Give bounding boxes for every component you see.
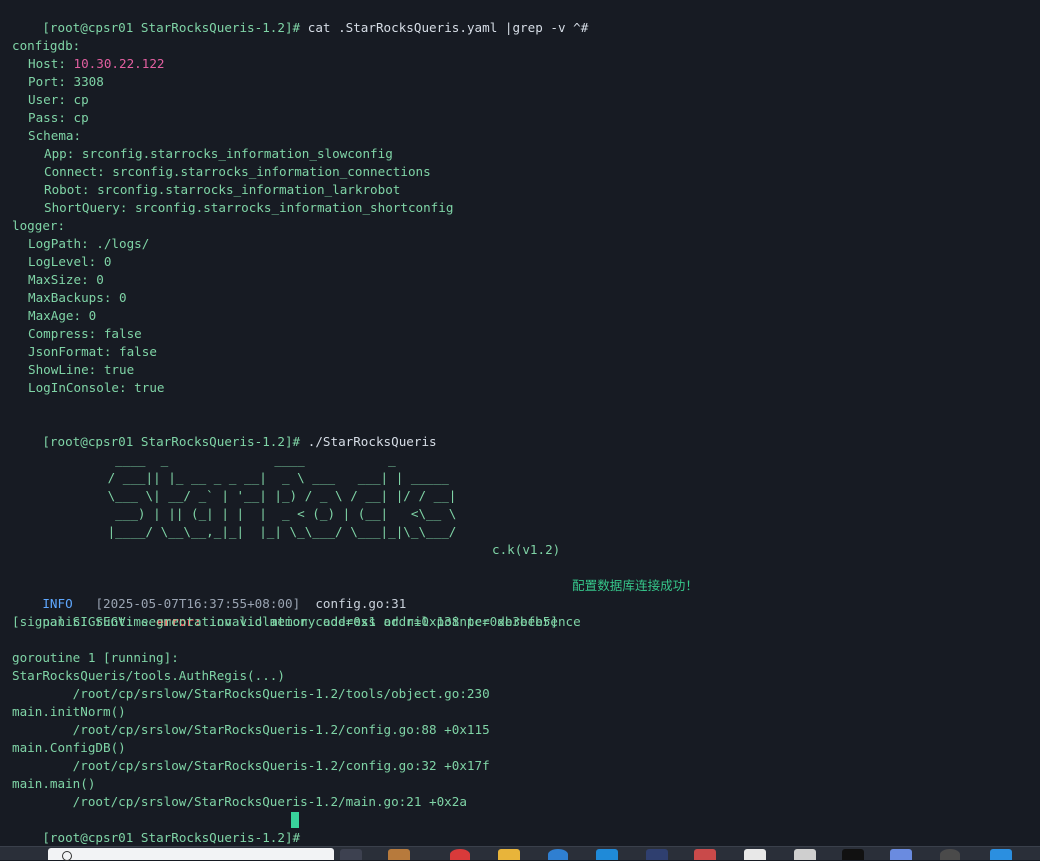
command-text: cat .StarRocksQueris.yaml |grep -v ^# <box>307 20 589 35</box>
shell-prompt: [root@cpsr01 StarRocksQueris-1.2]# <box>42 434 301 449</box>
shell-prompt: [root@cpsr01 StarRocksQueris-1.2]# <box>42 20 301 35</box>
app-icon[interactable] <box>940 849 960 860</box>
trace-line: /root/cp/srslow/StarRocksQueris-1.2/main… <box>12 794 467 809</box>
panic-line: panic: runtime error: invalid memory add… <box>42 614 581 629</box>
notes-icon[interactable] <box>744 849 766 860</box>
signal-line: [signal SIGSEGV: segmentation violation … <box>12 614 558 629</box>
config-key: configdb: <box>12 38 81 53</box>
trace-line: main.ConfigDB() <box>12 740 126 755</box>
app-icon[interactable] <box>694 849 716 860</box>
log-line: INFO [2025-05-07T16:37:55+08:00] config.… <box>12 577 406 611</box>
config-loginconsole: LogInConsole: true <box>28 380 165 395</box>
config-app: App: srconfig.starrocks_information_slow… <box>44 146 393 161</box>
config-maxage: MaxAge: 0 <box>28 308 97 323</box>
config-logpath: LogPath: ./logs/ <box>28 236 150 251</box>
config-connect: Connect: srconfig.starrocks_information_… <box>44 164 431 179</box>
shell-prompt: [root@cpsr01 StarRocksQueris-1.2]# <box>42 830 301 845</box>
vpn-icon[interactable] <box>646 849 668 860</box>
terminal-window[interactable]: [root@cpsr01 StarRocksQueris-1.2]# cat .… <box>0 0 1040 846</box>
log-message: 配置数据库连接成功！ <box>572 578 698 593</box>
config-user: User: cp <box>28 92 89 107</box>
store-icon[interactable] <box>596 849 618 860</box>
app-icon[interactable] <box>340 849 362 860</box>
config-maxbackups: MaxBackups: 0 <box>28 290 127 305</box>
app-icon[interactable] <box>990 849 1012 860</box>
goroutine-line: goroutine 1 [running]: <box>12 650 179 665</box>
command-text: ./StarRocksQueris <box>307 434 437 449</box>
app-icon[interactable] <box>890 849 912 860</box>
taskbar-search-box[interactable] <box>48 848 334 861</box>
trace-line: /root/cp/srslow/StarRocksQueris-1.2/conf… <box>12 722 490 737</box>
trace-line: StarRocksQueris/tools.AuthRegis(...) <box>12 668 285 683</box>
config-maxsize: MaxSize: 0 <box>28 272 104 287</box>
config-showline: ShowLine: true <box>28 362 135 377</box>
config-shortquery: ShortQuery: srconfig.starrocks_informati… <box>44 200 454 215</box>
command-line-3: [root@cpsr01 StarRocksQueris-1.2]# <box>12 811 300 845</box>
terminal-icon[interactable] <box>842 849 864 860</box>
config-compress: Compress: false <box>28 326 142 341</box>
config-jsonformat: JsonFormat: false <box>28 344 157 359</box>
folder-icon[interactable] <box>498 849 520 860</box>
config-port: Port: 3308 <box>28 74 104 89</box>
trace-line: main.initNorm() <box>12 704 126 719</box>
chrome-icon[interactable] <box>450 849 470 860</box>
config-loglevel: LogLevel: 0 <box>28 254 112 269</box>
terminal-cursor <box>291 812 299 828</box>
trace-line: /root/cp/srslow/StarRocksQueris-1.2/tool… <box>12 686 490 701</box>
taskbar <box>0 846 1040 861</box>
config-host: Host: 10.30.22.122 <box>28 56 165 71</box>
trace-line: main.main() <box>12 776 96 791</box>
command-line-2: [root@cpsr01 StarRocksQueris-1.2]# ./Sta… <box>12 415 436 449</box>
config-schema: Schema: <box>28 128 82 143</box>
config-pass: Pass: cp <box>28 110 89 125</box>
app-icon[interactable] <box>388 849 410 860</box>
version-label: c.k(v1.2) <box>492 542 561 557</box>
host-value: 10.30.22.122 <box>73 56 165 71</box>
config-robot: Robot: srconfig.starrocks_information_la… <box>44 182 401 197</box>
trace-line: /root/cp/srslow/StarRocksQueris-1.2/conf… <box>12 758 490 773</box>
search-icon <box>62 851 72 861</box>
ascii-banner: ____ _ ____ _ / ___|| |_ __ _ _ __| _ \ … <box>107 452 457 539</box>
config-logger: logger: <box>12 218 66 233</box>
app-icon[interactable] <box>794 849 816 860</box>
edge-icon[interactable] <box>548 849 568 860</box>
command-line-1: [root@cpsr01 StarRocksQueris-1.2]# cat .… <box>12 1 588 35</box>
